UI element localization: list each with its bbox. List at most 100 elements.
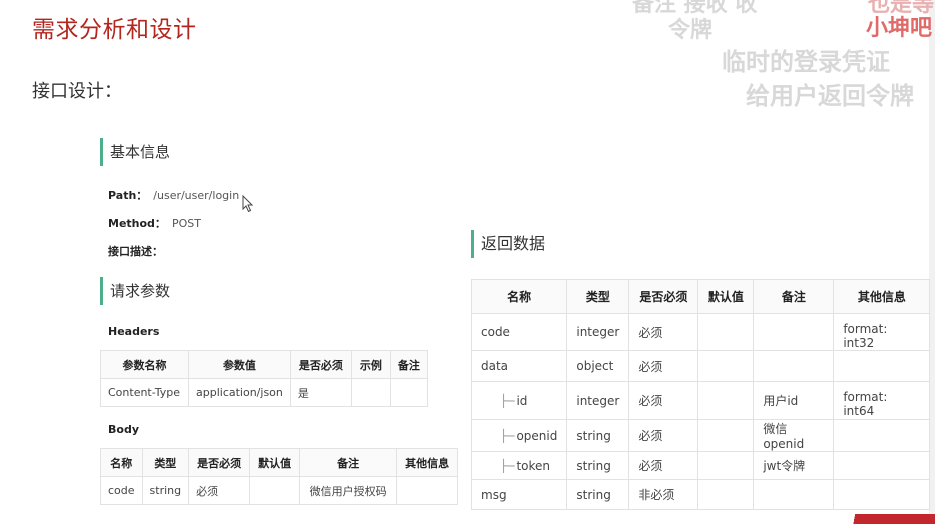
table-cell <box>833 479 931 510</box>
mouse-pointer-icon <box>242 195 254 213</box>
table-cell <box>249 476 301 505</box>
slide-title: 需求分析和设计 <box>32 17 197 43</box>
desc-row: 接口描述： <box>108 243 163 259</box>
caption-brand: 小坤吧 <box>866 16 933 41</box>
table-header: 备注 <box>753 279 835 314</box>
table-cell: 用户id <box>753 381 835 420</box>
table-cell: application/json <box>188 378 291 407</box>
table-cell <box>697 381 755 420</box>
tree-branch-icon: ├─ <box>500 393 515 408</box>
table-cell: string <box>566 451 630 480</box>
table-cell: code <box>470 313 568 351</box>
section-response-data: 返回数据 <box>471 230 545 258</box>
table-header: 默认值 <box>697 279 755 314</box>
table-cell: 必须 <box>628 313 699 351</box>
path-value: /user/user/login <box>153 189 240 202</box>
table-cell: integer <box>566 313 630 351</box>
headers-label: Headers <box>108 325 160 338</box>
table-cell: 是 <box>289 378 352 407</box>
table-cell: 微信用户授权码 <box>299 476 398 505</box>
table-row: ├─ token string 必须 jwt令牌 <box>470 451 931 480</box>
table-cell <box>697 313 755 351</box>
tree-branch-icon: ├─ <box>500 458 515 473</box>
path-row: Path： /user/user/login <box>108 187 239 203</box>
table-header: 备注 <box>299 448 398 477</box>
table-header: 默认值 <box>249 448 301 477</box>
tree-branch-icon: ├─ <box>500 428 515 443</box>
table-cell: object <box>566 350 630 382</box>
table-row: ├─ openid string 必须 微信openid <box>470 419 931 452</box>
field-name: id <box>516 393 528 408</box>
path-label: Path： <box>108 189 148 202</box>
table-cell <box>396 476 459 505</box>
table-header: 其他信息 <box>833 279 931 314</box>
table-cell: ├─ token <box>470 451 568 480</box>
table-row: code string 必须 微信用户授权码 <box>100 476 459 505</box>
table-cell <box>697 451 755 480</box>
table-cell: ├─ id <box>470 381 568 420</box>
table-cell: 微信openid <box>753 419 835 452</box>
table-cell <box>753 313 835 351</box>
field-name: data <box>481 359 509 373</box>
table-header: 类型 <box>141 448 190 477</box>
table-cell <box>697 419 755 452</box>
table-cell <box>697 350 755 382</box>
table-header: 示例 <box>350 350 391 379</box>
field-name: token <box>516 458 551 473</box>
caption-line2: 临时的登录凭证 <box>722 48 890 76</box>
table-cell: 非必须 <box>628 479 699 510</box>
table-cell: format: int32 <box>833 313 931 351</box>
table-row: msg string 非必须 <box>470 479 931 510</box>
field-name: openid <box>516 428 558 443</box>
response-table: 名称 类型 是否必须 默认值 备注 其他信息 code integer 必须 f… <box>470 279 931 510</box>
table-header: 类型 <box>566 279 630 314</box>
table-header: 是否必须 <box>289 350 352 379</box>
table-cell <box>389 378 428 407</box>
table-cell: 必须 <box>188 476 251 505</box>
method-row: Method： POST <box>108 215 201 231</box>
table-cell: Content-Type <box>100 378 189 407</box>
slide-subtitle: 接口设计： <box>32 81 122 102</box>
table-cell: string <box>141 476 190 505</box>
table-cell: 必须 <box>628 381 699 420</box>
table-header: 参数名称 <box>100 350 189 379</box>
table-cell: data <box>470 350 568 382</box>
table-row: Content-Type application/json 是 <box>100 378 428 407</box>
table-header: 其他信息 <box>396 448 459 477</box>
table-cell: 必须 <box>628 451 699 480</box>
table-header: 是否必须 <box>188 448 251 477</box>
method-label: Method： <box>108 217 166 230</box>
table-cell: 必须 <box>628 419 699 452</box>
table-header: 是否必须 <box>628 279 699 314</box>
table-cell: string <box>566 419 630 452</box>
table-cell: msg <box>470 479 568 510</box>
table-row: code integer 必须 format: int32 <box>470 313 931 351</box>
table-cell: string <box>566 479 630 510</box>
table-row: data object 必须 <box>470 350 931 382</box>
caption-line3: 给用户返回令牌 <box>746 82 914 110</box>
table-cell <box>697 479 755 510</box>
caption-line1: 令牌 <box>668 18 713 43</box>
headers-table: 参数名称 参数值 是否必须 示例 备注 Content-Type applica… <box>100 350 428 407</box>
corner-banner <box>845 514 935 524</box>
body-table: 名称 类型 是否必须 默认值 备注 其他信息 code string 必须 微信… <box>100 448 459 505</box>
table-header: 名称 <box>100 448 143 477</box>
table-cell: jwt令牌 <box>753 451 835 480</box>
table-cell: format: int64 <box>833 381 931 420</box>
body-label: Body <box>108 423 139 436</box>
table-header: 名称 <box>470 279 568 314</box>
section-basic-info: 基本信息 <box>100 138 170 166</box>
table-cell <box>833 350 931 382</box>
table-cell <box>833 451 931 480</box>
table-cell: ├─ openid <box>470 419 568 452</box>
table-cell: integer <box>566 381 630 420</box>
table-cell <box>833 419 931 452</box>
table-row: ├─ id integer 必须 用户id format: int64 <box>470 381 931 420</box>
table-cell: 必须 <box>628 350 699 382</box>
table-header: 备注 <box>389 350 428 379</box>
field-name: msg <box>481 487 507 502</box>
field-name: code <box>481 325 510 339</box>
table-cell: code <box>100 476 143 505</box>
table-cell <box>753 479 835 510</box>
method-value: POST <box>171 217 201 230</box>
